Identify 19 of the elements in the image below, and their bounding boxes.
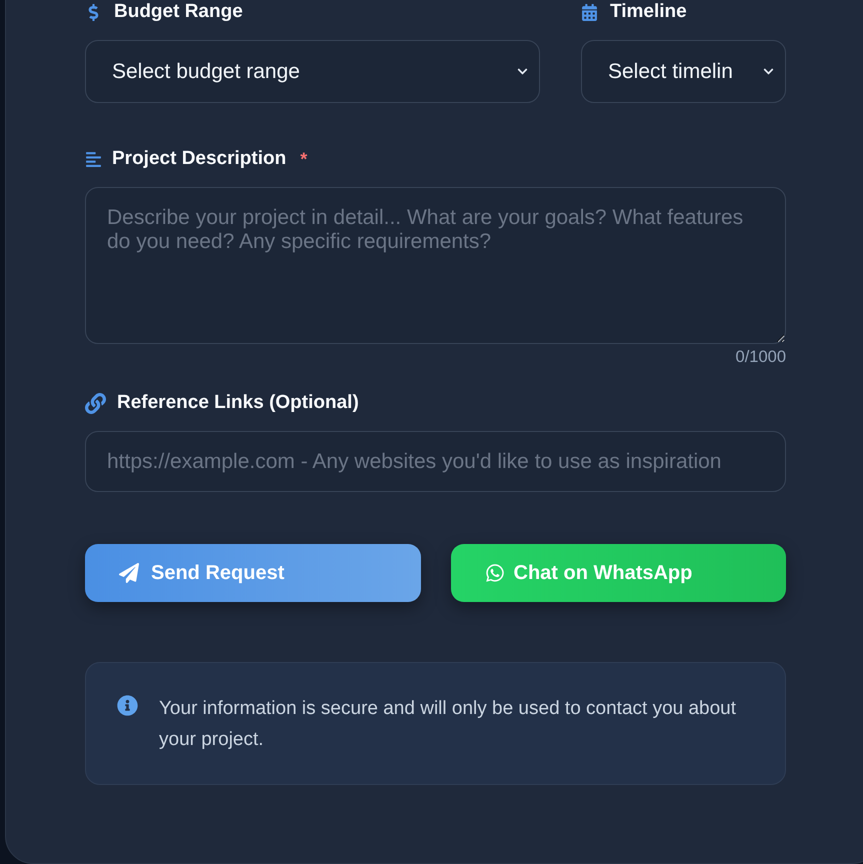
required-mark: * [300,148,308,170]
paper-plane-icon [119,563,139,583]
field-label: Timeline [610,1,687,23]
field-label: Budget Range [114,1,243,23]
budget-select[interactable]: Select budget range [85,40,540,103]
field-label: Reference Links (Optional) [117,392,359,414]
chevron-down-icon [517,66,528,77]
notice-text: Your information is secure and will only be used to contact you about your project. [159,697,738,752]
align-left-icon [85,150,102,168]
info-icon [117,695,138,716]
timeline-select[interactable]: Select timelin [581,40,786,103]
whatsapp-icon [484,563,504,583]
link-icon [85,392,106,414]
calendar-icon [581,4,598,20]
chevron-down-icon [763,66,774,77]
reference-links-input[interactable]: https://example.com - Any websites you'd like to use as inspiration [85,431,786,492]
field-label: Project Description [112,148,286,170]
description-textarea[interactable]: Describe your project in detail... What are your goals? What features do you need? Any specific requirements? [85,187,786,344]
character-counter: 0/1000 [736,348,786,366]
